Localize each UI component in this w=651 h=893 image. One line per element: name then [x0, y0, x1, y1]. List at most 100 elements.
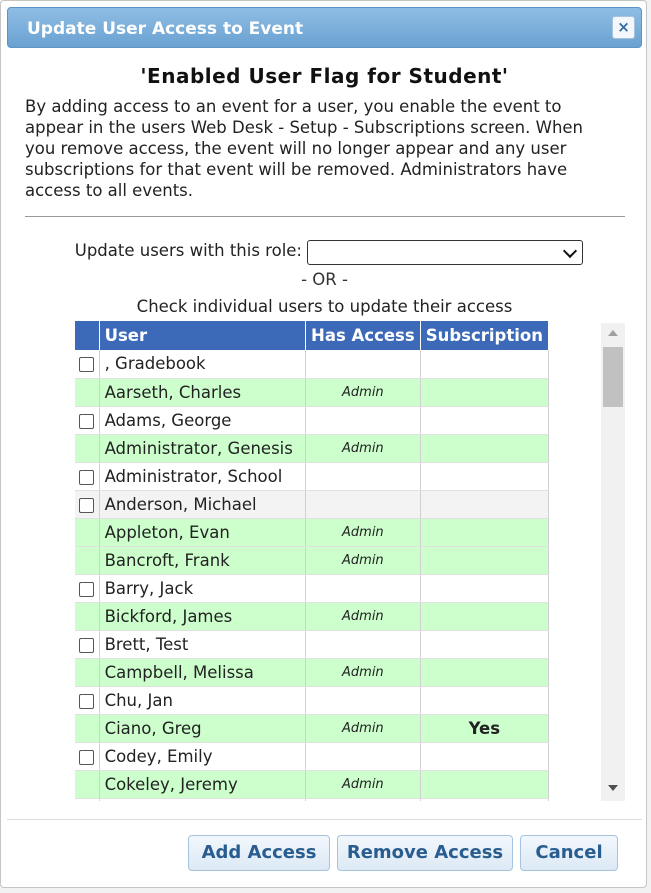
row-checkbox-cell — [75, 658, 100, 687]
has-access-cell: Admin — [305, 714, 421, 743]
table-row: Adams, George — [75, 406, 549, 435]
subscription-cell — [420, 406, 549, 435]
dialog-title: Update User Access to Event — [27, 19, 304, 39]
user-name-cell: Adams, George — [99, 406, 307, 435]
table-header-row: User Has Access Subscription — [75, 321, 549, 350]
or-text: - OR - — [301, 270, 348, 289]
user-name-cell — [99, 798, 307, 801]
user-checkbox[interactable] — [79, 469, 95, 485]
subscription-cell — [420, 602, 549, 631]
scroll-thumb[interactable] — [603, 347, 623, 407]
close-icon[interactable]: × — [612, 16, 635, 39]
subscription-cell — [420, 658, 549, 687]
user-name-cell: Codey, Emily — [99, 742, 307, 771]
has-access-cell: Admin — [305, 658, 421, 687]
table-row: Appleton, Evan Admin — [75, 518, 549, 547]
header-user[interactable]: User — [99, 321, 307, 350]
user-checkbox[interactable] — [79, 637, 95, 653]
users-table: User Has Access Subscription , Gradebook… — [75, 321, 549, 801]
row-checkbox-cell — [75, 490, 100, 519]
has-access-cell — [305, 742, 421, 771]
role-select[interactable] — [307, 240, 583, 265]
user-name-cell: Bancroft, Frank — [99, 546, 307, 575]
row-checkbox-cell — [75, 602, 100, 631]
table-row: Bancroft, Frank Admin — [75, 546, 549, 575]
table-row: , Gradebook — [75, 350, 549, 379]
check-users-text: Check individual users to update their a… — [136, 297, 513, 316]
header-subscription[interactable]: Subscription — [420, 321, 549, 350]
row-checkbox-cell — [75, 574, 100, 603]
user-name-cell: Chu, Jan — [99, 686, 307, 715]
user-name-cell: Campbell, Melissa — [99, 658, 307, 687]
table-row: Administrator, Genesis Admin — [75, 434, 549, 463]
header-checkbox-col — [75, 321, 100, 350]
has-access-cell — [305, 574, 421, 603]
subscription-cell — [420, 518, 549, 547]
user-checkbox[interactable] — [79, 413, 95, 429]
user-name-cell: Aarseth, Charles — [99, 378, 307, 407]
has-access-cell: Admin — [305, 770, 421, 799]
table-row: Anderson, Michael — [75, 490, 549, 519]
row-checkbox-cell — [75, 518, 100, 547]
table-row: Brett, Test — [75, 630, 549, 659]
has-access-cell — [305, 798, 421, 801]
user-checkbox[interactable] — [79, 497, 95, 513]
row-checkbox-cell — [75, 686, 100, 715]
user-name-cell: Brett, Test — [99, 630, 307, 659]
has-access-cell: Admin — [305, 602, 421, 631]
footer-divider — [7, 819, 642, 820]
intro-text: By adding access to an event for a user,… — [25, 97, 584, 200]
row-checkbox-cell — [75, 770, 100, 799]
row-checkbox-cell — [75, 546, 100, 575]
cancel-button[interactable]: Cancel — [520, 835, 618, 871]
table-row: Barry, Jack — [75, 574, 549, 603]
has-access-cell: Admin — [305, 434, 421, 463]
subscription-cell — [420, 350, 549, 379]
scroll-up-icon[interactable] — [608, 330, 618, 336]
user-checkbox[interactable] — [79, 357, 95, 373]
subscription-cell — [420, 574, 549, 603]
table-row: Chu, Jan — [75, 686, 549, 715]
has-access-cell: Admin — [305, 546, 421, 575]
row-checkbox-cell — [75, 798, 100, 801]
subscription-cell — [420, 546, 549, 575]
has-access-cell: Admin — [305, 378, 421, 407]
subscription-cell — [420, 798, 549, 801]
divider — [25, 216, 625, 217]
subscription-cell — [420, 686, 549, 715]
update-access-dialog: Update User Access to Event × 'Enabled U… — [0, 0, 647, 888]
subscription-cell — [420, 378, 549, 407]
subscription-cell — [420, 742, 549, 771]
user-name-cell: Barry, Jack — [99, 574, 307, 603]
table-row: Bickford, James Admin — [75, 602, 549, 631]
user-name-cell: Administrator, School — [99, 462, 307, 491]
row-checkbox-cell — [75, 742, 100, 771]
table-row: Campbell, Melissa Admin — [75, 658, 549, 687]
user-checkbox[interactable] — [79, 693, 95, 709]
subscription-cell — [420, 462, 549, 491]
user-name-cell: Ciano, Greg — [99, 714, 307, 743]
row-checkbox-cell — [75, 462, 100, 491]
user-checkbox[interactable] — [79, 581, 95, 597]
subscription-cell: Yes — [420, 714, 549, 743]
remove-access-button[interactable]: Remove Access — [337, 835, 513, 871]
table-row: Cokeley, Jeremy Admin — [75, 770, 549, 799]
row-checkbox-cell — [75, 350, 100, 379]
table-scrollbar[interactable] — [601, 323, 625, 801]
user-name-cell: Administrator, Genesis — [99, 434, 307, 463]
user-checkbox[interactable] — [79, 749, 95, 765]
users-table-container: User Has Access Subscription , Gradebook… — [75, 321, 549, 801]
has-access-cell — [305, 406, 421, 435]
user-name-cell: , Gradebook — [99, 350, 307, 379]
scroll-down-icon[interactable] — [608, 785, 618, 791]
has-access-cell — [305, 490, 421, 519]
add-access-button[interactable]: Add Access — [188, 835, 330, 871]
row-checkbox-cell — [75, 630, 100, 659]
header-has-access[interactable]: Has Access — [305, 321, 421, 350]
user-name-cell: Anderson, Michael — [99, 490, 307, 519]
table-row — [75, 798, 549, 801]
has-access-cell: Admin — [305, 518, 421, 547]
table-row: Administrator, School — [75, 462, 549, 491]
row-checkbox-cell — [75, 434, 100, 463]
user-name-cell: Cokeley, Jeremy — [99, 770, 307, 799]
